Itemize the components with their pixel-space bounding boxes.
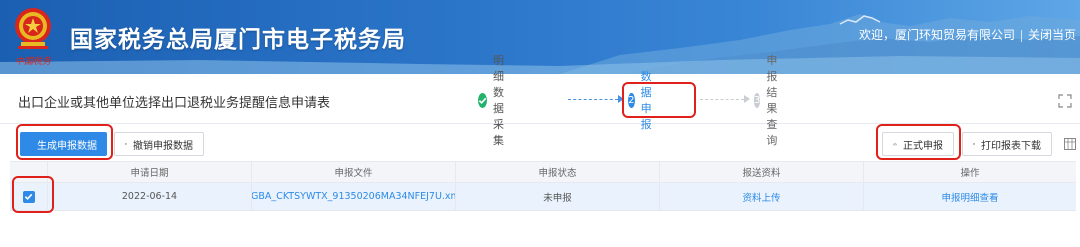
arrow-right-icon bbox=[618, 95, 624, 103]
formal-submit-button[interactable]: 正式申报 bbox=[882, 132, 954, 156]
check-icon bbox=[24, 193, 33, 200]
step-connector bbox=[700, 99, 744, 100]
welcome-text: 欢迎，厦门环知贸易有限公司 bbox=[858, 28, 1015, 42]
step-result-query[interactable]: 3 申报结果查询 bbox=[754, 54, 786, 147]
header-divider bbox=[1020, 29, 1022, 42]
national-emblem-logo: 中国税务 bbox=[15, 8, 52, 67]
table-header: 申请日期 申报文件 申报状态 报送资料 操作 bbox=[10, 161, 1076, 183]
header-cell-date: 申请日期 bbox=[48, 162, 252, 182]
page-title: 出口企业或其他单位选择出口退税业务提醒信息申请表 bbox=[18, 96, 331, 111]
header-cell-material: 报送资料 bbox=[660, 162, 864, 182]
step-number-badge: 3 bbox=[754, 92, 761, 108]
main-panel: 出口企业或其他单位选择出口退税业务提醒信息申请表 明细数据采集 2 数据申报 3 bbox=[0, 54, 1080, 247]
print-report-download-button[interactable]: 打印报表下载 bbox=[962, 132, 1052, 156]
step-data-declaration[interactable]: 2 数据申报 bbox=[628, 70, 660, 131]
date-cell: 2022-06-14 bbox=[48, 183, 252, 210]
step-connector bbox=[568, 99, 618, 100]
header-user-area: 欢迎，厦门环知贸易有限公司 关闭当页 bbox=[859, 26, 1076, 43]
cloud-upload-icon bbox=[893, 143, 897, 146]
printer-icon bbox=[973, 143, 975, 145]
page-header: 出口企业或其他单位选择出口退税业务提醒信息申请表 明细数据采集 2 数据申报 3 bbox=[0, 54, 1080, 147]
submit-button-label: 正式申报 bbox=[903, 140, 943, 152]
revoke-button-label: 撤销申报数据 bbox=[133, 140, 193, 152]
site-header: 中国税务 国家税务总局厦门市电子税务局 欢迎，厦门环知贸易有限公司 关闭当页 bbox=[0, 0, 1080, 74]
header-cell-select bbox=[10, 162, 48, 182]
site-title: 国家税务总局厦门市电子税务局 bbox=[70, 27, 406, 53]
table-row[interactable]: 2022-06-14 ZGBA_CKTSYWTX_91350206MA34NFE… bbox=[10, 183, 1076, 211]
header-cell-action: 操作 bbox=[960, 168, 980, 179]
step-detail-collection[interactable]: 明细数据采集 bbox=[478, 54, 510, 147]
arrow-right-icon bbox=[744, 95, 750, 103]
revoke-declaration-data-button[interactable]: 撤销申报数据 bbox=[114, 132, 204, 156]
header-cell-status: 申报状态 bbox=[456, 162, 660, 182]
step-label: 申报结果查询 bbox=[766, 54, 778, 147]
row-checkbox[interactable] bbox=[22, 190, 35, 203]
material-upload-link[interactable]: 资料上传 bbox=[660, 183, 864, 210]
undo-icon bbox=[125, 143, 127, 145]
status-cell: 未申报 bbox=[456, 183, 660, 210]
generate-declaration-data-button[interactable]: 生成申报数据 bbox=[20, 132, 107, 156]
check-icon bbox=[478, 92, 487, 108]
print-button-label: 打印报表下载 bbox=[981, 140, 1041, 152]
step-number-badge: 2 bbox=[628, 92, 635, 108]
declaration-table: 申请日期 申报文件 申报状态 报送资料 操作 2022-06-14 ZGBA_C… bbox=[10, 161, 1076, 211]
header-cell-file: 申报文件 bbox=[252, 162, 456, 182]
step-label: 明细数据采集 bbox=[493, 54, 504, 147]
svg-text:中国税务: 中国税务 bbox=[15, 56, 52, 67]
generate-button-label: 生成申报数据 bbox=[37, 140, 97, 152]
declaration-file-link[interactable]: ZGBA_CKTSYWTX_91350206MA34NFEJ7U.xml bbox=[252, 183, 456, 210]
fullscreen-icon[interactable] bbox=[1058, 94, 1072, 108]
row-select-cell bbox=[10, 183, 48, 210]
view-details-link[interactable]: 申报明细查看 bbox=[864, 183, 1076, 210]
close-page-link[interactable]: 关闭当页 bbox=[1028, 28, 1076, 42]
step-label: 数据申报 bbox=[640, 70, 652, 131]
column-settings-icon[interactable] bbox=[1064, 138, 1076, 150]
